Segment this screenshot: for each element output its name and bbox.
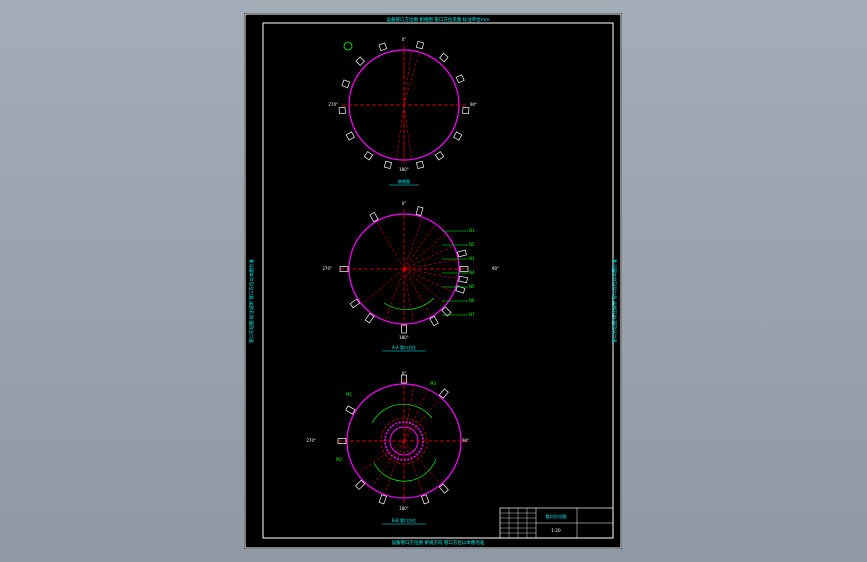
orientation-ray — [361, 268, 405, 305]
callout-label: N2 — [469, 242, 475, 247]
support-lug — [434, 151, 445, 161]
label-bottom-0: 0° — [402, 371, 407, 376]
orientation-ray — [396, 104, 405, 160]
support-lug — [462, 106, 470, 115]
callout-label: N4 — [469, 270, 475, 275]
drawing-sheet: 设备管口方位图 俯视图 管口方位见图 标注单位mm 设备管口方位图 俯视方向 管… — [244, 13, 622, 549]
orientation-ray — [403, 50, 412, 106]
support-lug — [355, 56, 365, 66]
footer-note: 设备管口方位图 俯视方向 管口方位以本图为准 — [392, 539, 485, 546]
caption-bottom: B-B 管口方位 — [392, 517, 416, 523]
orientation-ray — [403, 384, 415, 442]
label-top-90: 90° — [470, 102, 477, 107]
label-top-270: 270° — [328, 102, 338, 107]
orientation-ray — [403, 268, 414, 324]
label-middle-90: 90° — [492, 266, 499, 271]
callout-label: N7 — [469, 312, 475, 317]
support-lug — [383, 160, 393, 169]
support-lug — [455, 74, 465, 84]
support-lug — [453, 131, 463, 141]
nozzle — [458, 275, 468, 283]
view-bottom: 0° 270° 90° 180° B-B 管口方位 M1 M2 M3 — [306, 371, 470, 525]
title-block-scale: 1:20 — [551, 528, 561, 533]
dimension-arc-bottom-1 — [371, 403, 433, 424]
support-lug — [341, 79, 351, 89]
cad-viewport[interactable]: 设备管口方位图 俯视图 管口方位见图 标注单位mm 设备管口方位图 俯视方向 管… — [0, 0, 867, 562]
label-middle-180: 180° — [399, 335, 409, 340]
callout-label: N6 — [469, 298, 475, 303]
ray-group-bottom — [357, 384, 441, 495]
label-top-0: 0° — [402, 37, 407, 42]
callout-label: M3 — [430, 381, 436, 386]
label-middle-270: 270° — [322, 266, 332, 271]
view-middle: 0° 270° 90° 180° A-A 管口方位 N1 N2 N3 N4 N5 N6 N7 — [322, 201, 499, 352]
label-bottom-90: 90° — [462, 438, 469, 443]
label-bottom-180: 180° — [399, 506, 409, 511]
side-note-right: 管口方位图 标注说明 管口方位以本图为准 — [611, 259, 618, 343]
side-note-left: 管口方位图 标注说明 管口方位以本图为准 — [248, 259, 255, 343]
callout-label: M1 — [346, 392, 352, 397]
callout-label: N5 — [469, 284, 475, 289]
title-block: 管口方位图 1:20 — [499, 507, 614, 539]
nozzle — [345, 405, 356, 415]
dimension-arc-bottom-2 — [373, 458, 437, 482]
nozzle — [369, 211, 379, 223]
label-top-180: 180° — [399, 167, 409, 172]
orientation-ray — [403, 104, 412, 160]
header-note: 设备管口方位图 俯视图 管口方位见图 标注单位mm — [386, 16, 489, 23]
label-middle-0: 0° — [402, 201, 407, 206]
orientation-ray — [357, 440, 405, 474]
nozzle — [457, 249, 467, 258]
caption-top: 俯视图 — [398, 178, 410, 184]
nozzle-group-bottom — [337, 374, 449, 505]
support-lug — [415, 160, 425, 169]
callout-label: N1 — [469, 228, 475, 233]
nozzle — [421, 494, 430, 505]
orientation-ray — [403, 268, 454, 293]
orientation-ray — [403, 245, 454, 270]
nozzle — [429, 315, 439, 327]
support-lug — [363, 151, 374, 161]
view-top: 0° 270° 90° 180° 俯视图 — [328, 37, 477, 186]
orientation-ray — [403, 52, 420, 106]
orientation-ray — [376, 221, 405, 270]
nozzle — [415, 206, 424, 216]
title-block-grid — [500, 508, 536, 538]
support-lug — [345, 131, 355, 141]
orientation-ray — [403, 268, 459, 279]
callout-label: N3 — [469, 256, 475, 261]
caption-middle: A-A 管口方位 — [392, 344, 416, 350]
orientation-ray — [403, 440, 441, 485]
drawing-canvas: 设备管口方位图 俯视图 管口方位见图 标注单位mm 设备管口方位图 俯视方向 管… — [244, 13, 622, 549]
title-block-title: 管口方位图 — [546, 513, 567, 520]
support-lug — [415, 41, 425, 50]
label-bottom-270: 270° — [306, 438, 316, 443]
orientation-ray — [403, 268, 447, 305]
callout-label: M2 — [336, 457, 342, 462]
support-lug — [439, 52, 449, 63]
nozzle — [378, 494, 387, 505]
north-arrow-icon — [343, 41, 353, 51]
support-lug — [378, 42, 388, 52]
inner-border — [262, 22, 614, 539]
support-lug — [338, 106, 346, 115]
orientation-ray — [403, 259, 459, 270]
outer-border — [244, 13, 622, 549]
